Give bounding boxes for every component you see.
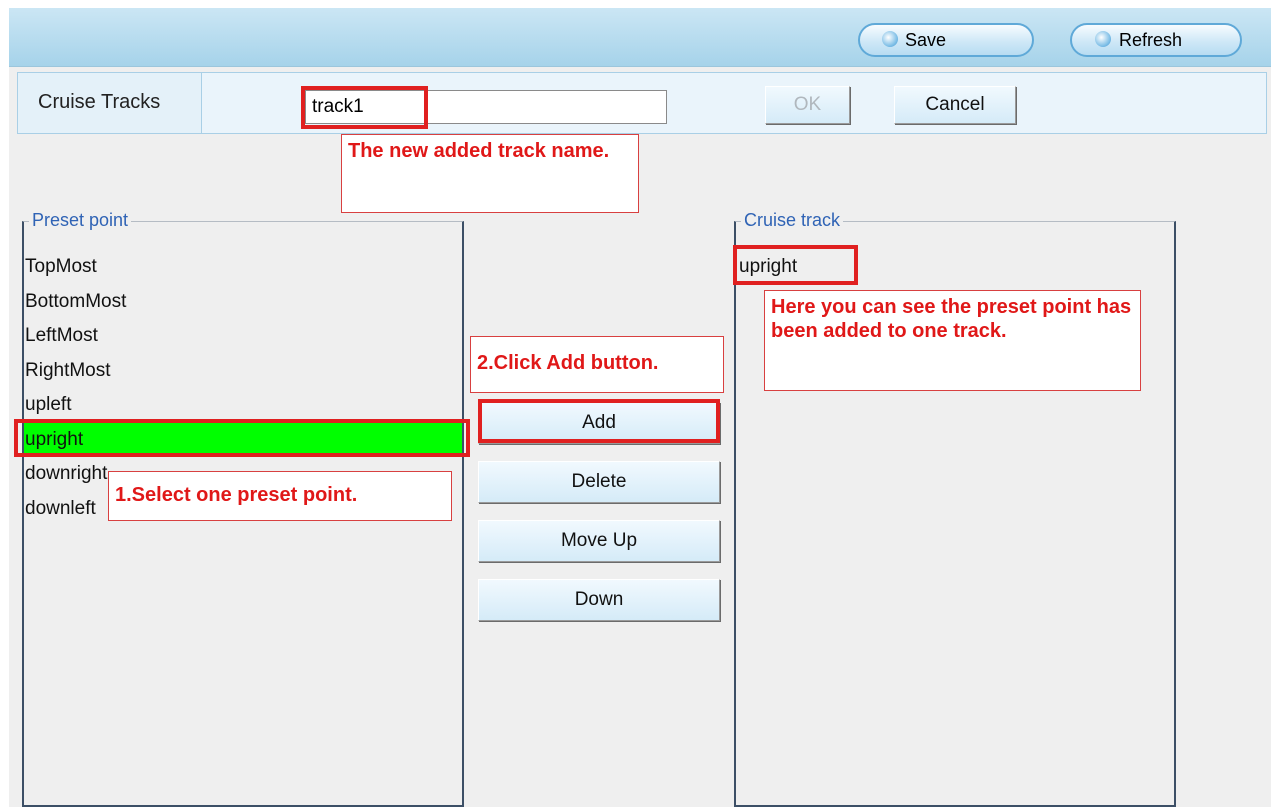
track-name-callout: The new added track name. [341,134,639,213]
cruise-tracks-label-cell: Cruise Tracks [18,73,202,133]
add-button[interactable]: Add [478,402,720,444]
refresh-icon [1095,31,1111,47]
preset-item-bottommost[interactable]: BottomMost [24,285,462,320]
preset-item-upright[interactable]: upright [24,422,462,457]
preset-item-leftmost[interactable]: LeftMost [24,319,462,354]
move-up-button[interactable]: Move Up [478,520,720,562]
preset-item-rightmost[interactable]: RightMost [24,354,462,389]
preset-point-legend: Preset point [29,210,132,231]
save-label: Save [905,30,947,50]
refresh-label: Refresh [1119,30,1183,50]
result-callout: Here you can see the preset point has be… [764,290,1141,391]
cruise-tracks-row: Cruise Tracks OK Cancel [17,72,1267,134]
down-button[interactable]: Down [478,579,720,621]
cancel-button[interactable]: Cancel [894,86,1016,124]
preset-item-topmost[interactable]: TopMost [24,250,462,285]
delete-button[interactable]: Delete [478,461,720,503]
toolbar: Save Refresh [9,8,1271,67]
cruise-track-list: upright [736,250,1174,285]
cruise-track-legend: Cruise track [741,210,844,231]
preset-item-upleft[interactable]: upleft [24,388,462,423]
cruise-tracks-label: Cruise Tracks [38,91,161,113]
ok-button[interactable]: OK [765,86,850,124]
select-preset-callout: 1.Select one preset point. [108,471,452,521]
cruise-item-upright[interactable]: upright [736,250,1174,285]
save-icon [882,31,898,47]
track-name-input[interactable] [305,90,667,124]
click-add-callout: 2.Click Add button. [470,336,724,393]
refresh-button[interactable]: Refresh [1070,23,1242,57]
save-button[interactable]: Save [858,23,1034,57]
